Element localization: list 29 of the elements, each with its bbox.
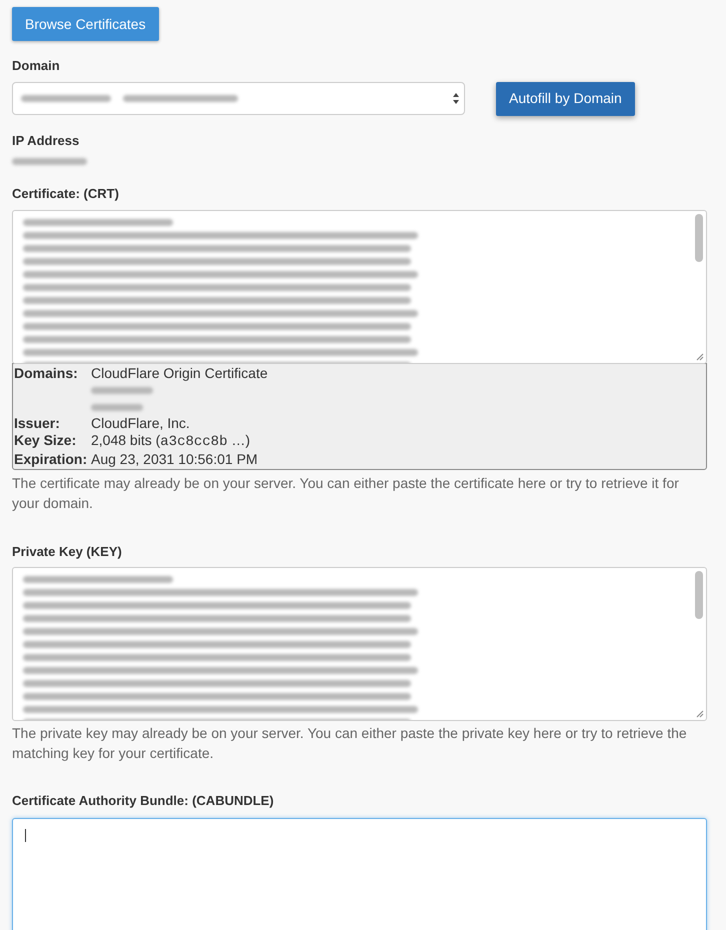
detail-value: CloudFlare, Inc. <box>91 414 191 432</box>
scrollbar-thumb[interactable] <box>695 214 703 262</box>
detail-label: Expiration: <box>14 450 88 468</box>
help-text: The private key may already be on your server. You can either paste the private key here or try to retrieve the matching key for your certificate. <box>12 724 688 763</box>
field-label: Private Key (KEY) <box>12 542 123 561</box>
resize-grip-icon[interactable] <box>696 352 704 360</box>
field-label: Certificate: (CRT) <box>12 185 120 203</box>
blurred-text <box>91 404 143 410</box>
browse-certificates-button[interactable]: Browse Certificates <box>12 7 159 41</box>
detail-label: Key Size: <box>14 432 78 450</box>
detail-value: 2,048 bits (a3c8cc8b …) <box>91 432 252 450</box>
dropdown-arrows-icon <box>452 92 460 105</box>
private-key-field[interactable] <box>12 567 707 721</box>
text-cursor <box>25 828 26 842</box>
scrollbar-thumb[interactable] <box>695 571 703 619</box>
field-label: IP Address <box>12 132 80 150</box>
certificate-field[interactable] <box>12 210 707 364</box>
ca-bundle-field[interactable] <box>12 818 707 930</box>
detail-value: CloudFlare Origin Certificate <box>91 364 269 382</box>
resize-grip-icon[interactable] <box>696 710 704 718</box>
help-text: The certificate may already be on your server. You can either paste the certificate here or try to retrieve it for your domain. <box>12 474 680 512</box>
field-label: Certificate Authority Bundle: (CABUNDLE) <box>12 792 275 810</box>
blurred-text <box>91 386 153 394</box>
autofill-button[interactable]: Autofill by Domain <box>496 82 635 116</box>
detail-label: Domains: <box>14 364 79 382</box>
detail-value: Aug 23, 2031 10:56:01 PM <box>91 450 259 468</box>
detail-label: Issuer: <box>14 414 61 432</box>
domain-select[interactable] <box>12 82 465 115</box>
field-label: Domain <box>12 57 61 75</box>
